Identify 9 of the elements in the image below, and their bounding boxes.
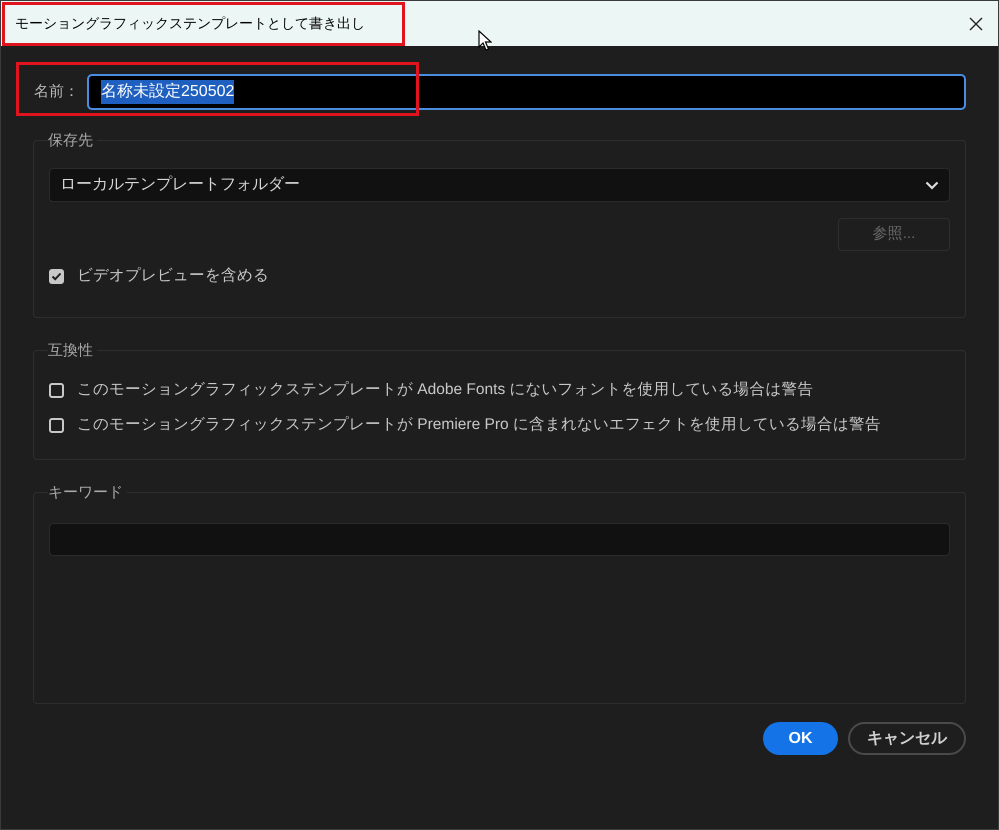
checkbox-label: このモーショングラフィックステンプレートが Premiere Pro に含まれないエフェクトを使用している場合は警告 [77,415,881,436]
folder-dropdown[interactable]: ローカルテンプレートフォルダー [49,168,950,202]
ok-button[interactable]: OK [763,722,838,755]
checkbox-label: このモーショングラフィックステンプレートが Adobe Fonts にないフォントを使用している場合は警告 [77,380,814,400]
name-field[interactable]: 名称未設定250502 [87,74,966,110]
window-title: モーショングラフィックステンプレートとして書き出し [15,14,365,33]
name-label: 名前： [33,82,79,102]
checkbox-label: ビデオプレビューを含める [77,266,269,286]
cancel-button[interactable]: キャンセル [848,722,966,755]
